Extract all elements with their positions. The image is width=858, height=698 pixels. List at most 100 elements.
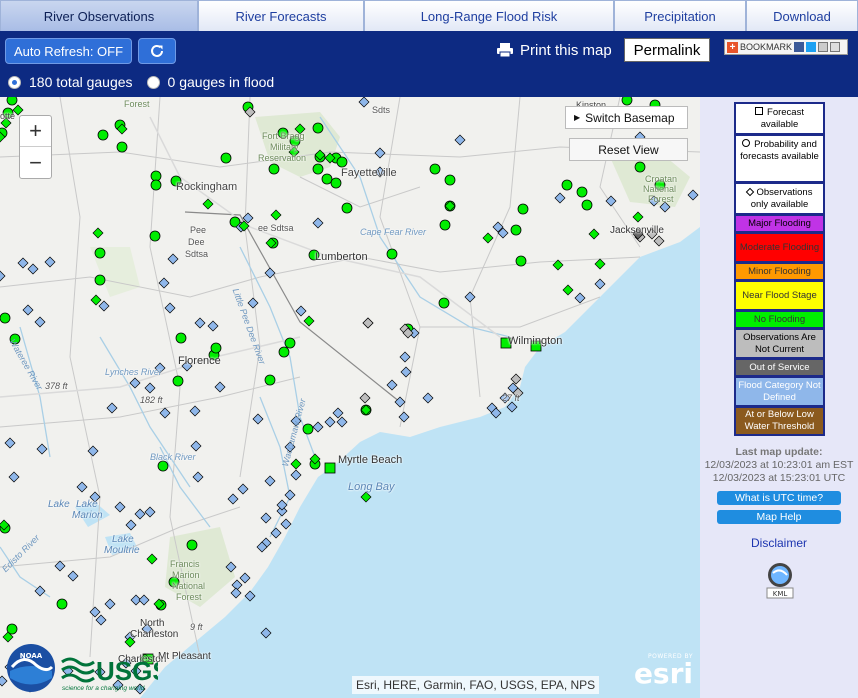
map-help-button[interactable]: Map Help — [717, 510, 841, 524]
gauge-observation-marker[interactable] — [0, 270, 6, 282]
gauge-observation-marker[interactable] — [194, 317, 206, 329]
gauge-observation-marker[interactable] — [247, 297, 259, 309]
gauge-observation-marker[interactable] — [394, 396, 406, 408]
gauge-probability-marker[interactable] — [561, 179, 573, 191]
gauge-observation-marker[interactable] — [687, 189, 699, 201]
gauge-observation-marker[interactable] — [400, 366, 412, 378]
gauge-forecast-marker[interactable] — [324, 462, 336, 474]
reset-view-button[interactable]: Reset View — [569, 138, 688, 161]
gauge-observation-marker[interactable] — [90, 294, 102, 306]
gauge-observation-marker[interactable] — [138, 594, 150, 606]
gauge-observation-marker[interactable] — [8, 471, 20, 483]
gauge-observation-marker[interactable] — [104, 598, 116, 610]
gauge-observation-marker[interactable] — [214, 381, 226, 393]
gauge-observation-marker[interactable] — [280, 518, 292, 530]
gauge-observation-marker[interactable] — [605, 195, 617, 207]
gauge-observation-marker[interactable] — [554, 192, 566, 204]
gauge-probability-marker[interactable] — [157, 460, 169, 472]
gauge-not-current-marker[interactable] — [510, 373, 522, 385]
gauge-probability-marker[interactable] — [284, 337, 296, 349]
disclaimer-link[interactable]: Disclaimer — [700, 536, 858, 550]
gauge-observation-marker[interactable] — [506, 401, 518, 413]
gauge-observation-marker[interactable] — [594, 258, 606, 270]
gauge-probability-marker[interactable] — [321, 173, 333, 185]
gauge-probability-marker[interactable] — [634, 161, 646, 173]
gauge-observation-marker[interactable] — [144, 506, 156, 518]
gauge-probability-marker[interactable] — [302, 423, 314, 435]
gauge-observation-marker[interactable] — [260, 512, 272, 524]
gauge-observation-marker[interactable] — [89, 606, 101, 618]
gauge-observation-marker[interactable] — [562, 284, 574, 296]
gauge-observation-marker[interactable] — [303, 315, 315, 327]
gauge-observation-marker[interactable] — [374, 147, 386, 159]
gauge-probability-marker[interactable] — [56, 598, 68, 610]
gauge-observation-marker[interactable] — [202, 198, 214, 210]
gauge-observation-marker[interactable] — [36, 443, 48, 455]
gauge-observation-marker[interactable] — [27, 263, 39, 275]
zoom-out-button[interactable]: − — [20, 147, 51, 178]
gauge-probability-marker[interactable] — [6, 97, 18, 106]
gauge-observation-marker[interactable] — [454, 134, 466, 146]
gauge-observation-marker[interactable] — [207, 320, 219, 332]
flood-gauges-radio[interactable] — [146, 75, 160, 89]
gauge-observation-marker[interactable] — [125, 519, 137, 531]
tab-river-observations[interactable]: River Observations — [0, 0, 198, 31]
gauge-observation-marker[interactable] — [227, 493, 239, 505]
gauge-observation-marker[interactable] — [134, 508, 146, 520]
gauge-observation-marker[interactable] — [270, 209, 282, 221]
gauge-observation-marker[interactable] — [358, 97, 370, 108]
gauge-observation-marker[interactable] — [22, 304, 34, 316]
gauge-probability-marker[interactable] — [116, 141, 128, 153]
gauge-observation-marker[interactable] — [552, 259, 564, 271]
gauge-probability-marker[interactable] — [264, 374, 276, 386]
gauge-probability-marker[interactable] — [210, 342, 222, 354]
gauge-observation-marker[interactable] — [17, 257, 29, 269]
gauge-observation-marker[interactable] — [632, 211, 644, 223]
tab-download[interactable]: Download — [746, 0, 858, 31]
gauge-observation-marker[interactable] — [386, 379, 398, 391]
gauge-probability-marker[interactable] — [312, 163, 324, 175]
gauge-observation-marker[interactable] — [34, 585, 46, 597]
gauge-probability-marker[interactable] — [576, 186, 588, 198]
gauge-observation-marker[interactable] — [54, 560, 66, 572]
gauge-observation-marker[interactable] — [164, 302, 176, 314]
gauge-observation-marker[interactable] — [34, 316, 46, 328]
gauge-observation-marker[interactable] — [324, 416, 336, 428]
gauge-not-current-marker[interactable] — [653, 235, 665, 247]
gauge-observation-marker[interactable] — [190, 440, 202, 452]
gauge-observation-marker[interactable] — [312, 217, 324, 229]
gauge-probability-marker[interactable] — [97, 129, 109, 141]
total-gauges-radio[interactable] — [8, 75, 21, 89]
gauge-not-current-marker[interactable] — [359, 392, 371, 404]
gauge-observation-marker[interactable] — [482, 232, 494, 244]
gauge-probability-marker[interactable] — [444, 174, 456, 186]
gauge-observation-marker[interactable] — [144, 382, 156, 394]
gauge-probability-marker[interactable] — [510, 224, 522, 236]
gauge-probability-marker[interactable] — [330, 177, 342, 189]
gauge-observation-marker[interactable] — [398, 411, 410, 423]
gauge-observation-marker[interactable] — [276, 499, 288, 511]
gauge-observation-marker[interactable] — [67, 570, 79, 582]
gauge-probability-marker[interactable] — [581, 199, 593, 211]
gauge-observation-marker[interactable] — [114, 501, 126, 513]
gauge-probability-marker[interactable] — [186, 539, 198, 551]
gauge-observation-marker[interactable] — [252, 413, 264, 425]
gauge-probability-marker[interactable] — [94, 274, 106, 286]
gauge-probability-marker[interactable] — [336, 156, 348, 168]
gauge-observation-marker[interactable] — [464, 291, 476, 303]
gauge-probability-marker[interactable] — [150, 170, 162, 182]
gauge-probability-marker[interactable] — [621, 97, 633, 106]
tab-river-forecasts[interactable]: River Forecasts — [198, 0, 364, 31]
gauge-probability-marker[interactable] — [438, 297, 450, 309]
tab-long-range-flood-risk[interactable]: Long-Range Flood Risk — [364, 0, 614, 31]
bookmark-button[interactable]: + BOOKMARK — [724, 39, 848, 55]
gauge-probability-marker[interactable] — [150, 179, 162, 191]
gauge-probability-marker[interactable] — [175, 332, 187, 344]
gauge-observation-marker[interactable] — [295, 305, 307, 317]
gauge-observation-marker[interactable] — [422, 392, 434, 404]
gauge-observation-marker[interactable] — [270, 527, 282, 539]
gauge-observation-marker[interactable] — [158, 277, 170, 289]
gauge-probability-marker[interactable] — [220, 152, 232, 164]
zoom-in-button[interactable]: + — [20, 116, 51, 147]
auto-refresh-button[interactable]: Auto Refresh: OFF — [5, 38, 132, 64]
